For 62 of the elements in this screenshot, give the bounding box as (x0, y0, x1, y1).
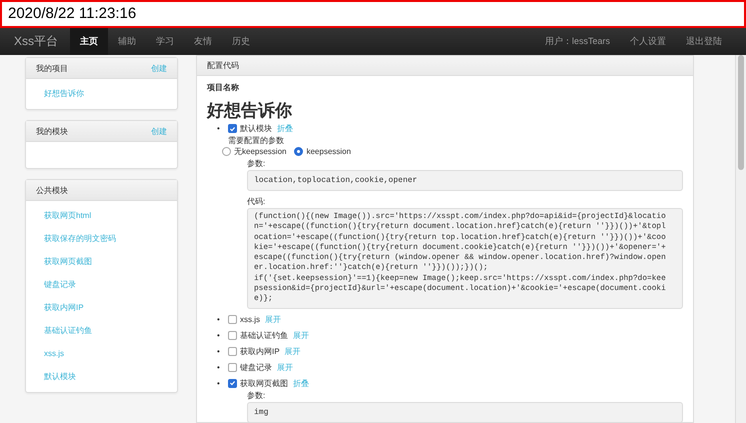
config-label: 需要配置的参数 (228, 135, 285, 146)
card-title: 公共模块 (36, 184, 68, 196)
bullet: • (217, 123, 221, 134)
toggle-link[interactable]: 展开 (293, 330, 309, 341)
module-checkbox[interactable] (228, 378, 237, 388)
params-label: 参数: (247, 158, 266, 169)
params-label: 参数: (247, 390, 266, 401)
sidebar-item[interactable]: 好想告诉你 (44, 89, 159, 99)
bullet: • (217, 378, 221, 389)
toggle-link[interactable]: 折叠 (293, 378, 309, 389)
brand-link[interactable]: Xss平台 (14, 33, 58, 50)
sidebar-item[interactable]: 获取保存的明文密码 (44, 234, 159, 244)
params-field[interactable]: location,toplocation,cookie,opener (247, 170, 683, 191)
module-name: 获取内网IP (240, 346, 280, 357)
code-label: 代码: (247, 196, 266, 207)
toggle-link[interactable]: 折叠 (277, 123, 293, 134)
nav-tab[interactable]: 友情 (184, 28, 222, 55)
module-name: 基础认证钓鱼 (240, 330, 288, 341)
user-name: 用户：lessTears (544, 35, 611, 48)
module-name: 默认模块 (240, 123, 272, 134)
bullet: • (217, 346, 221, 357)
bullet: • (217, 330, 221, 341)
project-name: 好想告诉你 (207, 101, 293, 121)
radio-button[interactable] (222, 147, 231, 156)
radio-label: keepsession (306, 146, 351, 157)
nav-tab[interactable]: 历史 (222, 28, 260, 55)
nav-tab[interactable]: 学习 (146, 28, 184, 55)
nav-link[interactable]: 个人设置 (620, 28, 676, 55)
card-title: 我的项目 (36, 62, 68, 74)
module-name: 键盘记录 (240, 362, 272, 373)
timestamp-bar: 2020/8/22 11:23:16 (0, 0, 746, 28)
module-checkbox[interactable] (228, 346, 237, 356)
sidebar-item[interactable]: 获取内网IP (44, 303, 159, 313)
toggle-link[interactable]: 展开 (277, 362, 293, 373)
create-link[interactable]: 创建 (151, 126, 167, 136)
toggle-link[interactable]: 展开 (284, 346, 301, 357)
sidebar-item[interactable]: 获取网页截图 (44, 257, 159, 267)
sidebar-item[interactable]: 基础认证钓鱼 (44, 326, 159, 336)
params-field[interactable]: img (247, 402, 683, 423)
radio-button[interactable] (294, 147, 304, 156)
sidebar-item[interactable]: xss.js (44, 349, 159, 359)
nav-tab[interactable]: 辅助 (108, 28, 146, 55)
scrollbar[interactable] (735, 55, 746, 423)
field-label: 项目名称 (207, 83, 239, 92)
module-checkbox[interactable] (228, 314, 237, 324)
nav-tab[interactable]: 主页 (70, 28, 108, 55)
sidebar-item[interactable]: 默认模块 (44, 372, 159, 382)
panel-title: 配置代码 (207, 61, 239, 70)
toggle-link[interactable]: 展开 (265, 314, 281, 325)
nav-link[interactable]: 退出登陆 (676, 28, 732, 55)
bullet: • (217, 362, 221, 373)
module-name: xss.js (240, 314, 260, 325)
module-name: 获取网页截图 (240, 378, 288, 389)
module-checkbox[interactable] (228, 330, 237, 340)
module-checkbox[interactable] (228, 124, 237, 133)
sidebar-item[interactable]: 获取网页html (44, 211, 159, 221)
radio-label: 无keepsession (234, 146, 286, 157)
bullet: • (217, 314, 221, 325)
module-checkbox[interactable] (228, 362, 237, 372)
create-link[interactable]: 创建 (151, 62, 167, 74)
sidebar-item[interactable]: 键盘记录 (44, 280, 159, 290)
card-title: 我的模块 (36, 126, 68, 136)
